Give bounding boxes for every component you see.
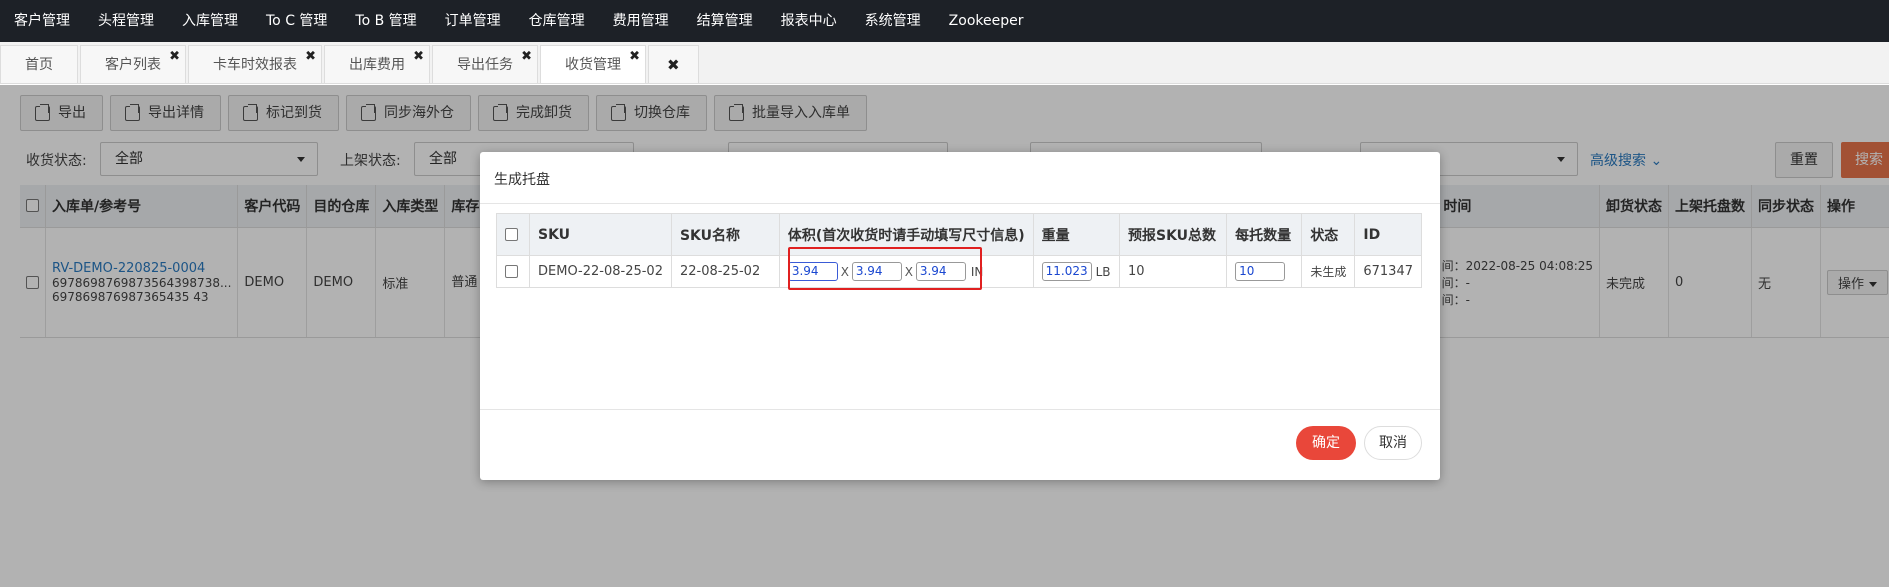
tab-receiving-management[interactable]: 收货管理 ✖ bbox=[540, 45, 646, 83]
tab-bar: 首页 客户列表 ✖ 卡车时效报表 ✖ 出库费用 ✖ 导出任务 ✖ 收货管理 ✖ ✖ bbox=[0, 42, 1889, 84]
id-cell: 671347 bbox=[1354, 255, 1422, 288]
forecast-total-cell: 10 bbox=[1118, 255, 1228, 288]
nav-order-management[interactable]: 订单管理 bbox=[431, 0, 515, 42]
per-pallet-input[interactable]: 10 bbox=[1235, 262, 1286, 281]
col-status: 状态 bbox=[1301, 213, 1356, 256]
close-icon[interactable]: ✖ bbox=[521, 38, 532, 76]
modal-title: 生成托盘 bbox=[494, 172, 550, 188]
col-per-pallet: 每托数量 bbox=[1226, 213, 1303, 256]
col-forecast-total: 预报SKU总数 bbox=[1118, 213, 1228, 256]
select-all-checkbox[interactable] bbox=[505, 228, 518, 241]
close-icon[interactable]: ✖ bbox=[667, 56, 680, 74]
row-select-cell bbox=[496, 255, 530, 288]
nav-system-management[interactable]: 系统管理 bbox=[851, 0, 935, 42]
nav-first-leg-management[interactable]: 头程管理 bbox=[84, 0, 168, 42]
weight-cell: 11.023 LB bbox=[1032, 255, 1121, 288]
divider bbox=[480, 409, 1440, 410]
weight-input[interactable]: 11.023 bbox=[1041, 262, 1092, 281]
tab-label: 首页 bbox=[25, 57, 53, 73]
confirm-button[interactable]: 确定 bbox=[1296, 426, 1356, 460]
row-checkbox[interactable] bbox=[505, 265, 518, 278]
status-cell: 未生成 bbox=[1301, 255, 1356, 288]
nav-inbound-management[interactable]: 入库管理 bbox=[168, 0, 252, 42]
col-sku-name: SKU名称 bbox=[670, 213, 780, 256]
weight-unit: LB bbox=[1095, 264, 1111, 279]
nav-customer-management[interactable]: 客户管理 bbox=[0, 0, 84, 42]
nav-settlement-management[interactable]: 结算管理 bbox=[683, 0, 767, 42]
tab-label: 出库费用 bbox=[349, 57, 405, 73]
nav-toc-management[interactable]: To C 管理 bbox=[252, 0, 341, 42]
col-id: ID bbox=[1354, 213, 1422, 256]
nav-warehouse-management[interactable]: 仓库管理 bbox=[515, 0, 599, 42]
tab-customer-list[interactable]: 客户列表 ✖ bbox=[80, 45, 186, 83]
tab-label: 卡车时效报表 bbox=[213, 57, 297, 73]
sku-cell: DEMO-22-08-25-02 bbox=[529, 255, 672, 288]
tab-home[interactable]: 首页 bbox=[0, 45, 78, 83]
tab-label: 收货管理 bbox=[565, 57, 621, 73]
tab-export-task[interactable]: 导出任务 ✖ bbox=[432, 45, 538, 83]
col-sku: SKU bbox=[529, 213, 672, 256]
cancel-button[interactable]: 取消 bbox=[1364, 426, 1422, 460]
nav-report-center[interactable]: 报表中心 bbox=[767, 0, 851, 42]
tab-label: 客户列表 bbox=[105, 57, 161, 73]
highlight-box bbox=[788, 247, 982, 290]
tab-outbound-fee[interactable]: 出库费用 ✖ bbox=[324, 45, 430, 83]
sku-name-cell: 22-08-25-02 bbox=[670, 255, 780, 288]
close-icon[interactable]: ✖ bbox=[305, 38, 316, 76]
close-icon[interactable]: ✖ bbox=[169, 38, 180, 76]
divider bbox=[480, 203, 1440, 204]
tab-truck-report[interactable]: 卡车时效报表 ✖ bbox=[188, 45, 322, 83]
nav-zookeeper[interactable]: Zookeeper bbox=[935, 0, 1038, 42]
col-weight: 重量 bbox=[1032, 213, 1121, 256]
nav-fee-management[interactable]: 费用管理 bbox=[599, 0, 683, 42]
select-all-cell bbox=[496, 213, 530, 256]
close-icon[interactable]: ✖ bbox=[629, 38, 640, 76]
top-nav: 客户管理 头程管理 入库管理 To C 管理 To B 管理 订单管理 仓库管理… bbox=[0, 0, 1889, 42]
nav-tob-management[interactable]: To B 管理 bbox=[341, 0, 430, 42]
close-all-tabs[interactable]: ✖ bbox=[648, 45, 699, 83]
close-icon[interactable]: ✖ bbox=[413, 38, 424, 76]
per-pallet-cell: 10 bbox=[1226, 255, 1303, 288]
tab-label: 导出任务 bbox=[457, 57, 513, 73]
generate-pallet-modal: 生成托盘 SKU SKU名称 体积(首次收货时请手动填写尺寸信息) 重量 预报S… bbox=[480, 152, 1440, 480]
